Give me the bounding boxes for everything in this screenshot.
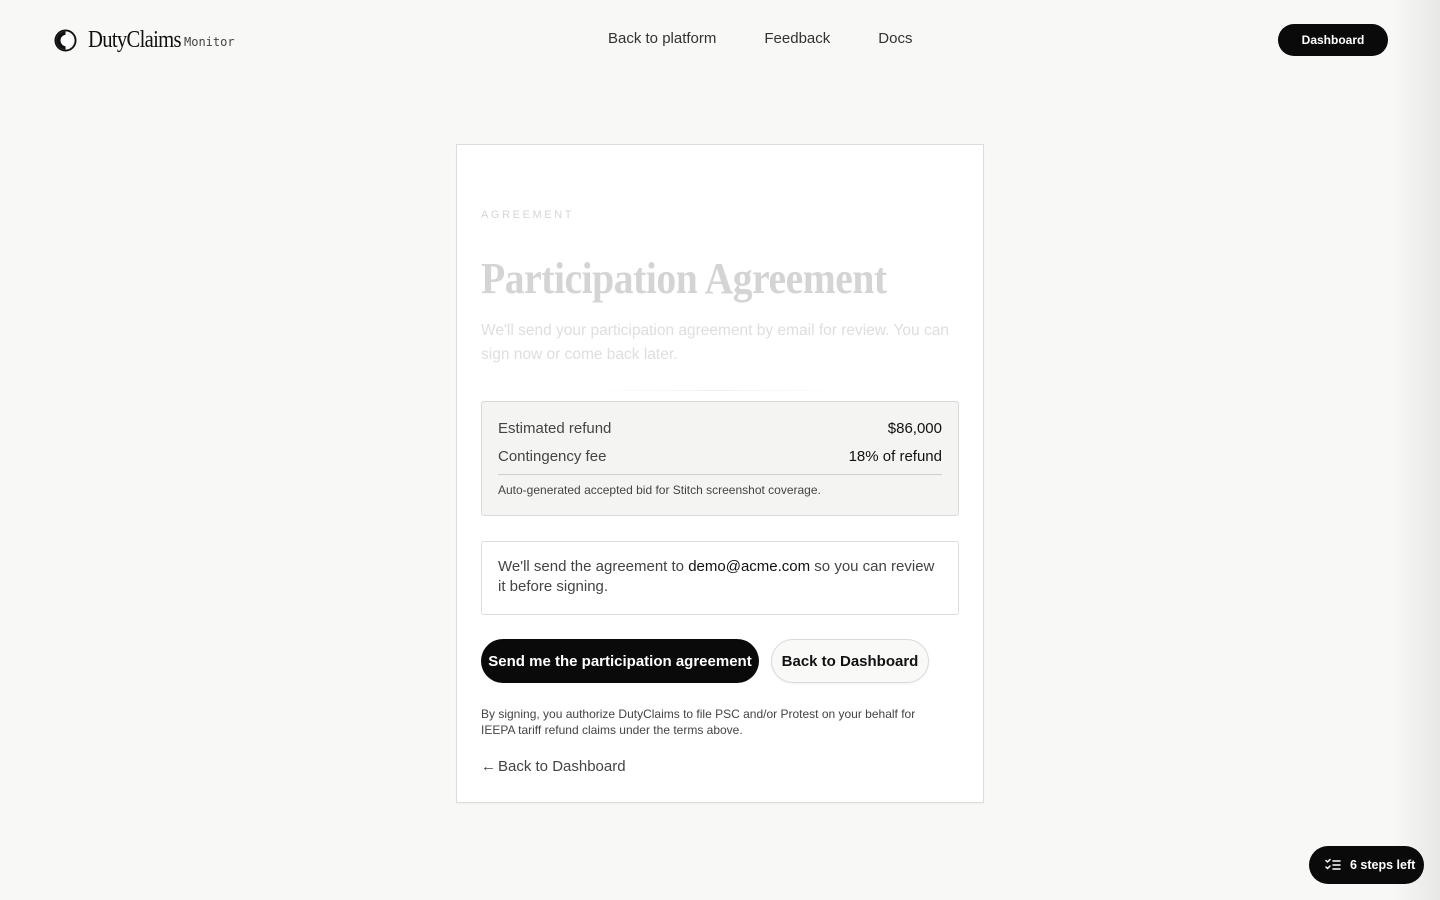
fee-row: Contingency fee 18% of refund — [498, 446, 942, 466]
bid-summary: Estimated refund $86,000 Contingency fee… — [481, 401, 959, 516]
main-nav: Back to platform Feedback Docs — [608, 30, 960, 47]
brand-name: DutyClaims — [88, 26, 182, 53]
arrow-left-icon: ← — [481, 758, 496, 775]
steps-left-label: 6 steps left — [1350, 858, 1416, 872]
brand-tag: Monitor — [184, 35, 235, 49]
brand[interactable]: DutyClaims Monitor — [54, 27, 235, 53]
recipient-email: demo@acme.com — [688, 558, 811, 575]
summary-note: Auto-generated accepted bid for Stitch s… — [498, 483, 821, 497]
right-edge-shade — [1392, 0, 1440, 900]
refund-value: $86,000 — [887, 419, 942, 437]
section-eyebrow: AGREEMENT — [481, 209, 575, 221]
nav-back-to-platform[interactable]: Back to platform — [608, 30, 716, 47]
email-notice: We'll send the agreement to demo@acme.co… — [481, 541, 959, 615]
send-agreement-button[interactable]: Send me the participation agreement — [481, 639, 759, 683]
page-title: Participation Agreement — [481, 254, 887, 303]
back-to-dashboard-link[interactable]: ← Back to Dashboard — [481, 758, 626, 775]
nav-feedback[interactable]: Feedback — [764, 30, 830, 47]
half-circle-logo-icon — [54, 28, 77, 52]
summary-divider — [498, 474, 942, 475]
top-header: DutyClaims Monitor Back to platform Feed… — [0, 0, 1440, 80]
steps-left-button[interactable]: 6 steps left — [1309, 846, 1424, 884]
nav-docs[interactable]: Docs — [878, 30, 912, 47]
agreement-card: AGREEMENT Participation Agreement We'll … — [456, 144, 984, 803]
dashboard-button[interactable]: Dashboard — [1278, 24, 1388, 56]
refund-label: Estimated refund — [498, 419, 612, 437]
back-link-label: Back to Dashboard — [498, 758, 626, 775]
checklist-icon — [1325, 858, 1341, 870]
legal-disclaimer: By signing, you authorize DutyClaims to … — [481, 707, 916, 737]
fee-label: Contingency fee — [498, 447, 607, 465]
divider — [587, 390, 847, 391]
refund-row: Estimated refund $86,000 — [498, 418, 942, 438]
email-notice-prefix: We'll send the agreement to — [498, 558, 689, 575]
fee-value: 18% of refund — [848, 447, 942, 465]
intro-text: We'll send your participation agreement … — [481, 322, 949, 363]
back-to-dashboard-button[interactable]: Back to Dashboard — [771, 639, 929, 683]
